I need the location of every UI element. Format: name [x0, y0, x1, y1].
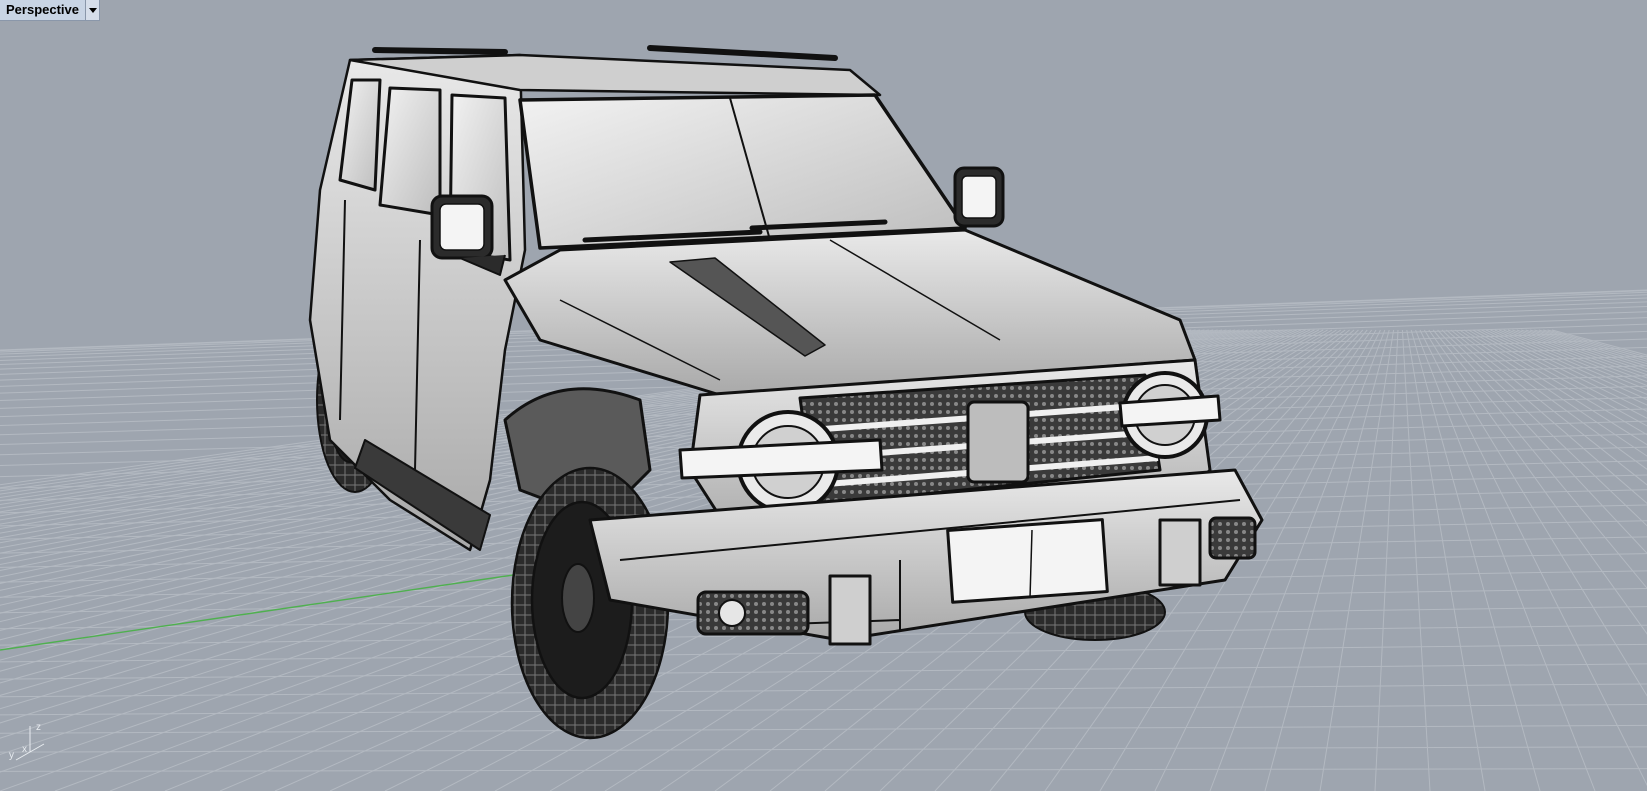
- viewport-title[interactable]: Perspective: [0, 0, 85, 20]
- dropdown-triangle-icon[interactable]: [85, 0, 99, 20]
- grid-line: [0, 703, 1647, 716]
- grid-line: [1401, 329, 1431, 791]
- vehicle-model[interactable]: [308, 45, 1264, 740]
- grid-line: [1264, 329, 1390, 791]
- grille-emblem: [966, 400, 1030, 484]
- viewport-title-tab[interactable]: Perspective: [0, 0, 100, 21]
- grid-line: [1319, 329, 1395, 791]
- grid-line: [0, 768, 1647, 772]
- grid-line: [1423, 329, 1647, 697]
- axis-y-label: y: [9, 750, 14, 761]
- grid-line: [1410, 329, 1541, 791]
- axis-z-label: z: [36, 722, 41, 733]
- grid-line: [1454, 329, 1647, 470]
- grid-line: [0, 683, 1647, 698]
- grid-line: [1441, 329, 1647, 527]
- grid-line: [1419, 329, 1647, 787]
- viewport-canvas[interactable]: x y z: [0, 0, 1647, 791]
- grid-line: [1459, 329, 1647, 457]
- grid-line: [1432, 329, 1647, 589]
- license-plate: [946, 518, 1109, 604]
- side-window-front: [378, 86, 442, 217]
- perspective-viewport[interactable]: x y z Perspective: [0, 0, 1647, 791]
- grid-line: [1472, 329, 1647, 427]
- windshield: [518, 93, 967, 250]
- right-side-mirror: [953, 166, 1005, 228]
- tow-hook-right: [1158, 518, 1202, 587]
- grid-line: [1468, 329, 1647, 436]
- grid-line: [1463, 329, 1647, 446]
- grid-line: [0, 663, 1647, 680]
- grid-line: [0, 746, 1647, 753]
- grid-line: [1406, 329, 1486, 791]
- left-fog-light: [696, 590, 810, 636]
- right-fog-light: [1208, 516, 1257, 560]
- grid-line: [1446, 329, 1647, 504]
- grid-line: [1374, 329, 1399, 791]
- axis-x-label: x: [22, 744, 27, 755]
- grid-line: [0, 724, 1647, 734]
- tow-hook-left: [828, 574, 872, 646]
- grid-line: [1450, 329, 1647, 486]
